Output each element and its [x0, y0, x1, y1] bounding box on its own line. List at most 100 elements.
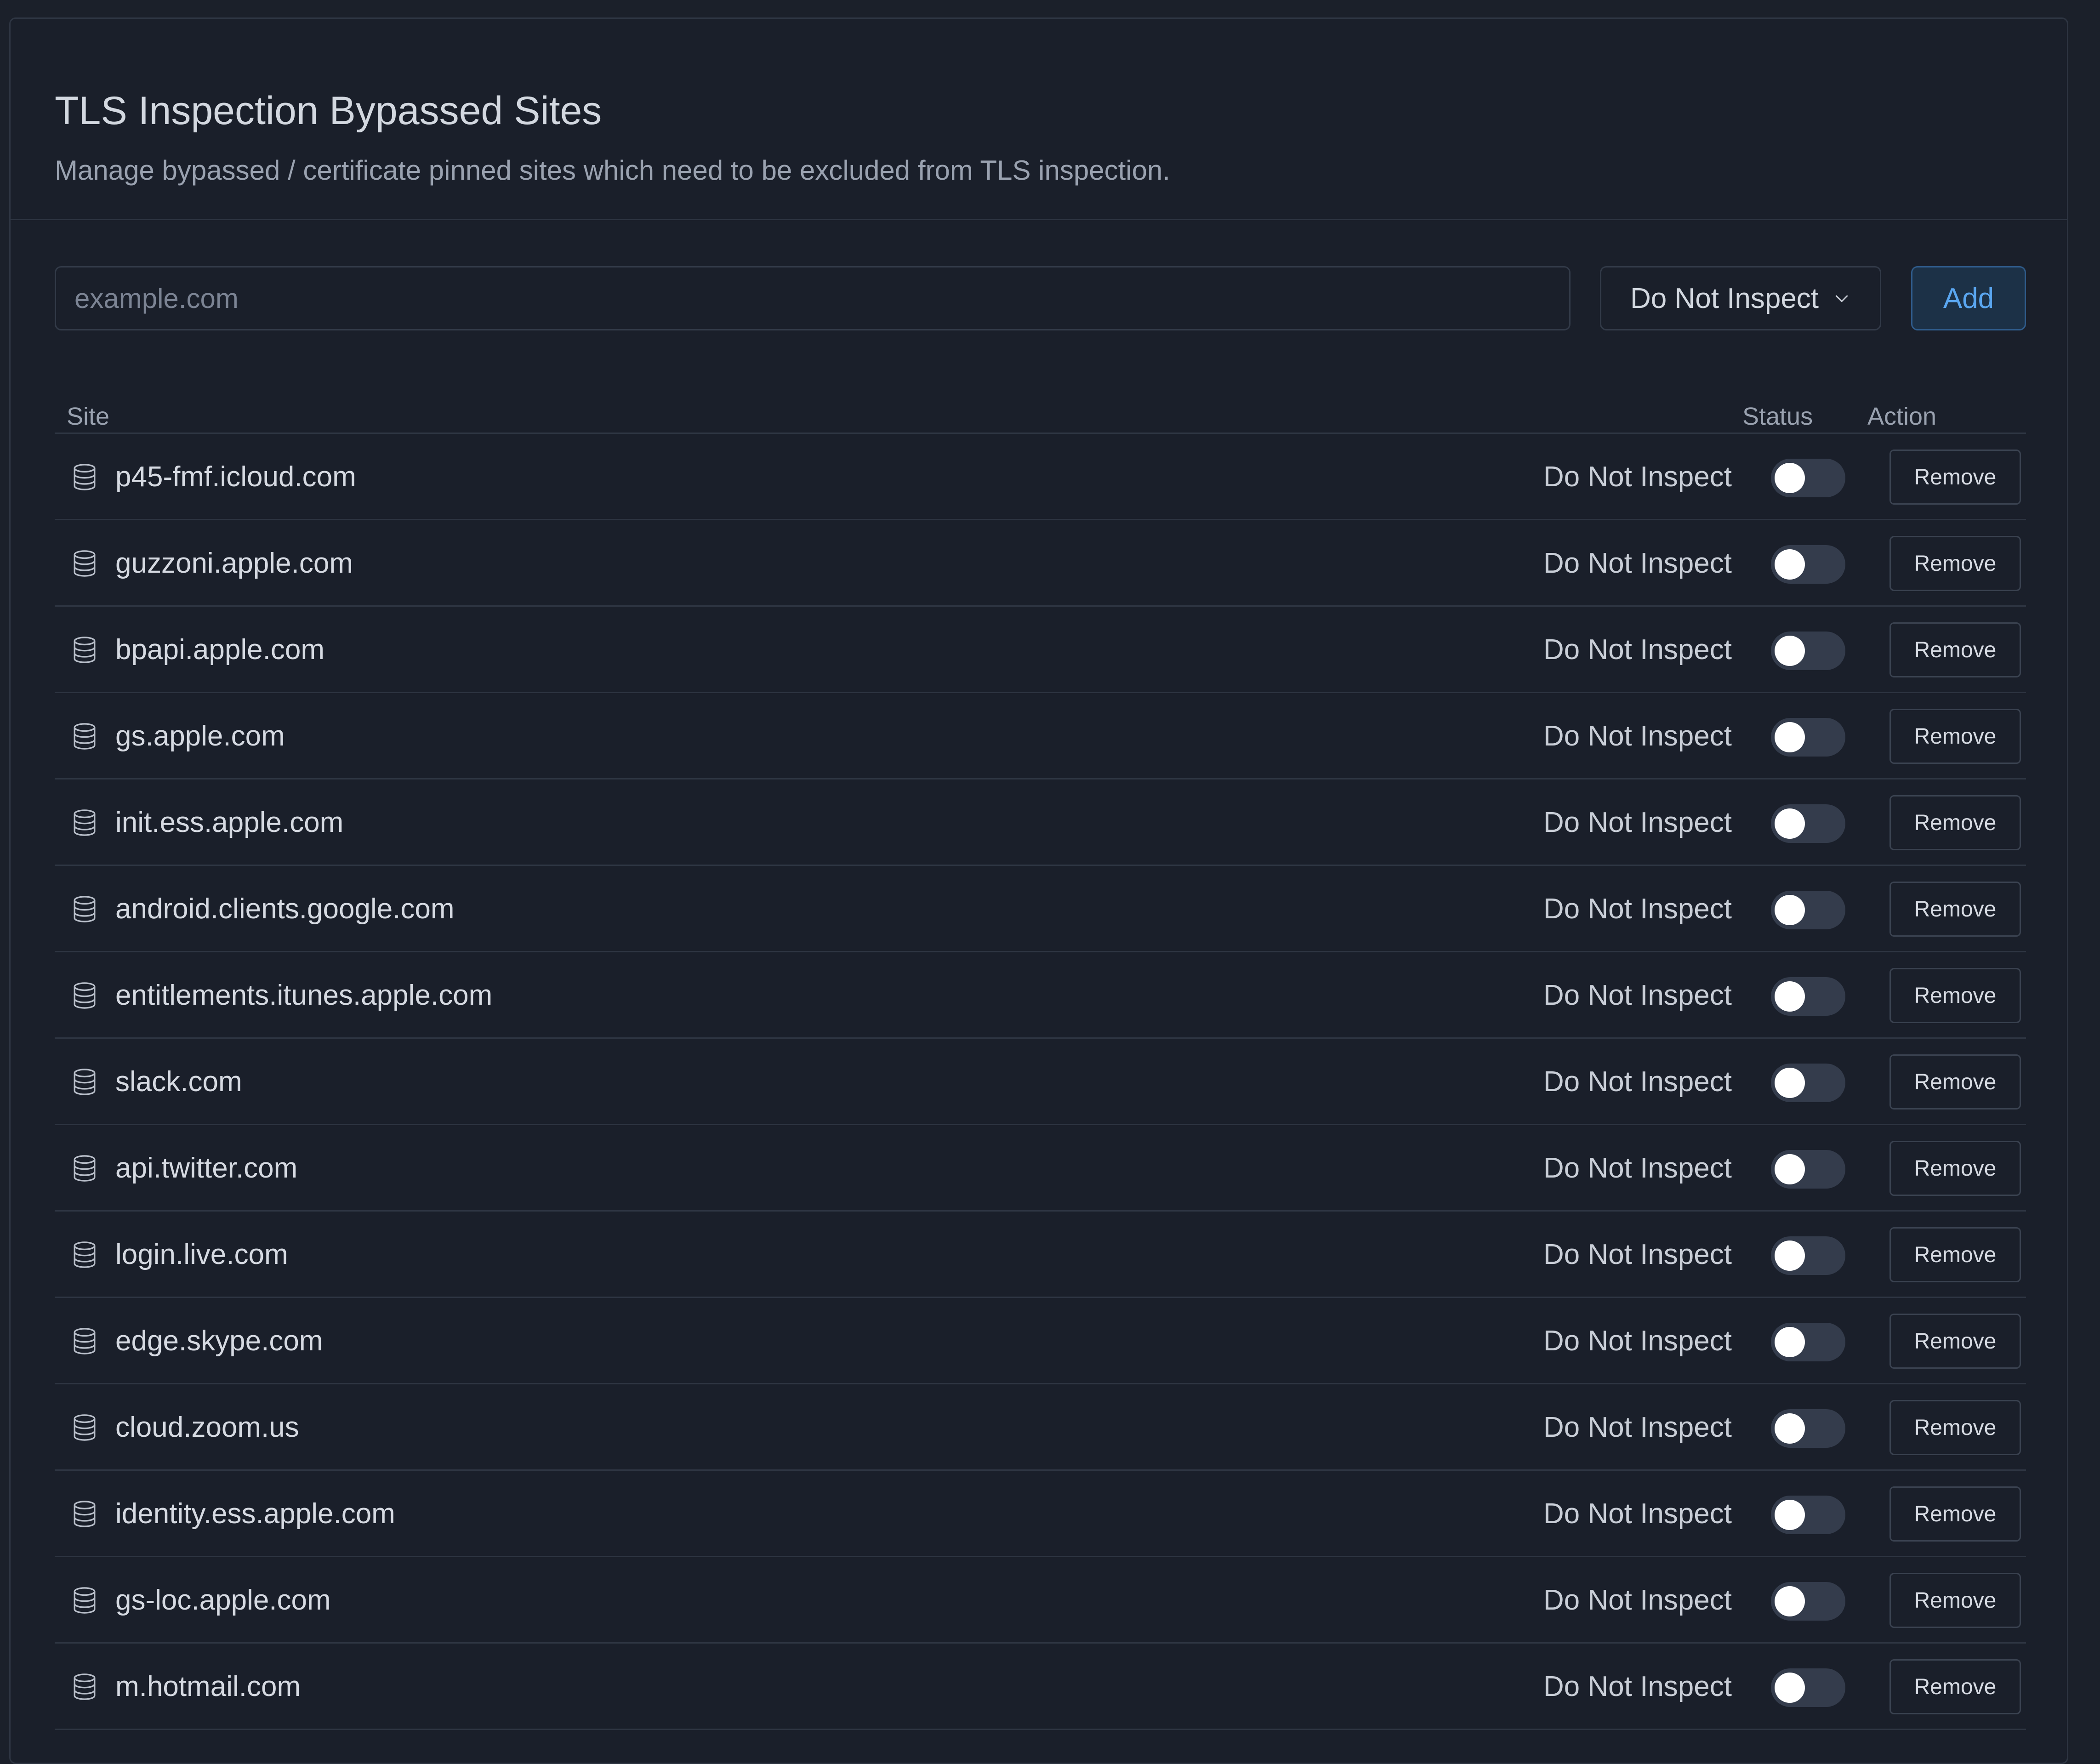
- database-icon: [74, 809, 96, 836]
- database-icon: [74, 982, 96, 1009]
- inspection-mode-label: Do Not Inspect: [1543, 1066, 1732, 1098]
- status-toggle[interactable]: [1771, 1668, 1845, 1707]
- status-toggle[interactable]: [1771, 459, 1845, 497]
- page-subtitle: Manage bypassed / certificate pinned sit…: [55, 155, 1170, 186]
- toggle-knob: [1775, 1240, 1805, 1271]
- toggle-knob: [1775, 981, 1805, 1012]
- remove-button[interactable]: Remove: [1889, 968, 2021, 1023]
- remove-button[interactable]: Remove: [1889, 1054, 2021, 1110]
- table-row: slack.com Do Not Inspect Remove: [55, 1039, 2026, 1125]
- remove-button[interactable]: Remove: [1889, 709, 2021, 764]
- inspection-mode-label: Do Not Inspect: [1543, 1152, 1732, 1184]
- inspection-mode-label: Do Not Inspect: [1543, 1584, 1732, 1616]
- inspection-mode-label: Do Not Inspect: [1543, 461, 1732, 493]
- remove-button[interactable]: Remove: [1889, 1573, 2021, 1628]
- site-name: slack.com: [115, 1066, 242, 1098]
- toggle-knob: [1775, 463, 1805, 493]
- column-header-site: Site: [67, 403, 110, 430]
- status-toggle[interactable]: [1771, 718, 1845, 757]
- inspection-mode-label: Do Not Inspect: [1543, 720, 1732, 752]
- toggle-knob: [1775, 808, 1805, 839]
- inspection-mode-label: Do Not Inspect: [1543, 1671, 1732, 1702]
- inspection-mode-label: Do Not Inspect: [1543, 547, 1732, 579]
- status-toggle[interactable]: [1771, 632, 1845, 670]
- site-name: api.twitter.com: [115, 1152, 298, 1184]
- column-header-action: Action: [1867, 403, 1937, 430]
- status-toggle[interactable]: [1771, 891, 1845, 929]
- database-icon: [74, 464, 96, 490]
- table-row: init.ess.apple.com Do Not Inspect Remove: [55, 780, 2026, 866]
- remove-button[interactable]: Remove: [1889, 795, 2021, 850]
- bypassed-sites-panel: TLS Inspection Bypassed Sites Manage byp…: [9, 17, 2068, 1764]
- database-icon: [74, 637, 96, 663]
- remove-button[interactable]: Remove: [1889, 882, 2021, 937]
- table-row: login.live.com Do Not Inspect Remove: [55, 1212, 2026, 1298]
- site-name: entitlements.itunes.apple.com: [115, 979, 493, 1011]
- remove-button[interactable]: Remove: [1889, 622, 2021, 677]
- table-row: android.clients.google.com Do Not Inspec…: [55, 866, 2026, 952]
- remove-button[interactable]: Remove: [1889, 1227, 2021, 1282]
- status-toggle[interactable]: [1771, 1582, 1845, 1621]
- site-name: cloud.zoom.us: [115, 1411, 299, 1443]
- toggle-knob: [1775, 1154, 1805, 1184]
- database-icon: [74, 1155, 96, 1182]
- table-row: guzzoni.apple.com Do Not Inspect Remove: [55, 520, 2026, 607]
- database-icon: [74, 1241, 96, 1268]
- inspection-mode-label: Do Not Inspect: [1543, 979, 1732, 1011]
- site-input[interactable]: [55, 266, 1571, 330]
- site-name: init.ess.apple.com: [115, 807, 344, 838]
- inspection-mode-label: Do Not Inspect: [1543, 1411, 1732, 1443]
- inspection-mode-value: Do Not Inspect: [1630, 282, 1819, 314]
- remove-button[interactable]: Remove: [1889, 1314, 2021, 1369]
- toggle-knob: [1775, 1068, 1805, 1098]
- site-name: bpapi.apple.com: [115, 634, 324, 666]
- status-toggle[interactable]: [1771, 545, 1845, 584]
- site-name: gs-loc.apple.com: [115, 1584, 331, 1616]
- remove-button[interactable]: Remove: [1889, 1141, 2021, 1196]
- remove-button[interactable]: Remove: [1889, 1400, 2021, 1455]
- toggle-knob: [1775, 1586, 1805, 1616]
- add-button[interactable]: Add: [1911, 266, 2026, 330]
- inspection-mode-label: Do Not Inspect: [1543, 634, 1732, 666]
- status-toggle[interactable]: [1771, 1409, 1845, 1448]
- database-icon: [74, 1414, 96, 1441]
- page-title: TLS Inspection Bypassed Sites: [55, 89, 602, 133]
- site-name: identity.ess.apple.com: [115, 1498, 395, 1530]
- remove-button[interactable]: Remove: [1889, 1659, 2021, 1714]
- status-toggle[interactable]: [1771, 1150, 1845, 1189]
- status-toggle[interactable]: [1771, 1496, 1845, 1534]
- table-row: cloud.zoom.us Do Not Inspect Remove: [55, 1384, 2026, 1471]
- site-name: login.live.com: [115, 1239, 288, 1270]
- chevron-down-icon: [1835, 295, 1848, 302]
- status-toggle[interactable]: [1771, 804, 1845, 843]
- remove-button[interactable]: Remove: [1889, 536, 2021, 591]
- toggle-knob: [1775, 1413, 1805, 1444]
- site-name: m.hotmail.com: [115, 1671, 301, 1702]
- database-icon: [74, 896, 96, 922]
- database-icon: [74, 1069, 96, 1095]
- status-toggle[interactable]: [1771, 1323, 1845, 1361]
- database-icon: [74, 1501, 96, 1527]
- site-name: gs.apple.com: [115, 720, 285, 752]
- toggle-knob: [1775, 1673, 1805, 1703]
- inspection-mode-label: Do Not Inspect: [1543, 1325, 1732, 1357]
- table-row: gs.apple.com Do Not Inspect Remove: [55, 693, 2026, 780]
- remove-button[interactable]: Remove: [1889, 450, 2021, 505]
- toggle-knob: [1775, 1327, 1805, 1357]
- table-row: m.hotmail.com Do Not Inspect Remove: [55, 1644, 2026, 1730]
- table-row: bpapi.apple.com Do Not Inspect Remove: [55, 607, 2026, 693]
- column-header-status: Status: [1742, 403, 1813, 430]
- database-icon: [74, 1328, 96, 1354]
- inspection-mode-select[interactable]: Do Not Inspect: [1600, 266, 1881, 330]
- site-name: guzzoni.apple.com: [115, 547, 353, 579]
- site-name: p45-fmf.icloud.com: [115, 461, 356, 493]
- site-name: edge.skype.com: [115, 1325, 323, 1357]
- site-name: android.clients.google.com: [115, 893, 455, 925]
- status-toggle[interactable]: [1771, 1236, 1845, 1275]
- inspection-mode-label: Do Not Inspect: [1543, 1239, 1732, 1270]
- database-icon: [74, 723, 96, 750]
- status-toggle[interactable]: [1771, 1064, 1845, 1102]
- status-toggle[interactable]: [1771, 977, 1845, 1016]
- toggle-knob: [1775, 722, 1805, 752]
- remove-button[interactable]: Remove: [1889, 1486, 2021, 1542]
